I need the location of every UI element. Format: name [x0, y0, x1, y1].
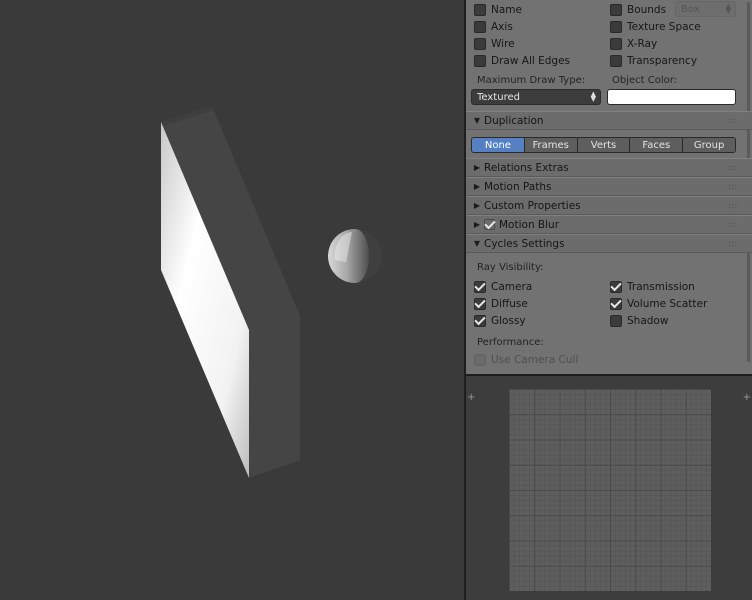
transmission-checkbox[interactable]: [610, 280, 622, 293]
name-checkbox-row[interactable]: Name: [474, 1, 522, 18]
dropdown-arrows-icon: ▲ ▼: [725, 2, 731, 15]
draw-all-edges-label: Draw All Edges: [491, 54, 571, 67]
duplication-panel-header[interactable]: ▼ Duplication: [466, 111, 752, 130]
transmission-checkbox-row[interactable]: Transmission: [610, 278, 695, 295]
drag-grip-icon[interactable]: [728, 184, 738, 190]
region-expand-left-icon[interactable]: +: [467, 392, 475, 403]
use-camera-cull-label: Use Camera Cull: [491, 353, 579, 366]
max-draw-type-dropdown[interactable]: Textured ▲ ▼: [471, 89, 601, 105]
shadow-checkbox-row[interactable]: Shadow: [610, 312, 668, 329]
motion-blur-panel-header[interactable]: ▶ Motion Blur: [466, 215, 752, 234]
glossy-checkbox-row[interactable]: Glossy: [474, 312, 526, 329]
collapsed-triangle-icon: ▶: [473, 182, 481, 191]
collapsed-triangle-icon: ▶: [473, 201, 481, 210]
camera-checkbox-row[interactable]: Camera: [474, 278, 532, 295]
axis-label: Axis: [491, 20, 513, 33]
uv-image-editor[interactable]: + +: [466, 374, 752, 600]
wire-checkbox-row[interactable]: Wire: [474, 35, 515, 52]
axis-checkbox[interactable]: [474, 20, 486, 33]
collapsed-triangle-icon: ▶: [473, 220, 481, 229]
dropdown-arrows-icon: ▲ ▼: [590, 90, 596, 103]
duplication-group-button[interactable]: Group: [682, 138, 735, 152]
drag-grip-icon[interactable]: [728, 222, 738, 228]
duplication-verts-button[interactable]: Verts: [576, 138, 630, 152]
max-draw-type-value: Textured: [477, 91, 520, 103]
performance-label: Performance:: [477, 337, 544, 348]
use-camera-cull-checkbox[interactable]: [474, 353, 486, 366]
volume-scatter-checkbox[interactable]: [610, 297, 622, 310]
camera-label: Camera: [491, 280, 533, 293]
shadow-checkbox[interactable]: [610, 314, 622, 327]
name-label: Name: [491, 3, 522, 16]
duplication-frames-button[interactable]: Frames: [523, 138, 577, 152]
wire-checkbox[interactable]: [474, 37, 486, 50]
texture-space-label: Texture Space: [627, 20, 701, 33]
bounds-checkbox-row[interactable]: Bounds: [610, 1, 666, 18]
drag-grip-icon[interactable]: [728, 241, 738, 247]
texture-space-checkbox[interactable]: [610, 20, 622, 33]
diffuse-checkbox-row[interactable]: Diffuse: [474, 295, 528, 312]
transparency-checkbox[interactable]: [610, 54, 622, 67]
bounds-label: Bounds: [627, 3, 667, 16]
bounds-type-value: Box: [681, 3, 700, 15]
diffuse-label: Diffuse: [491, 297, 528, 310]
custom-properties-title: Custom Properties: [484, 199, 581, 212]
cycles-settings-panel-header[interactable]: ▼ Cycles Settings: [466, 234, 752, 253]
expanded-triangle-icon: ▼: [473, 116, 481, 125]
max-draw-type-label: Maximum Draw Type:: [477, 75, 586, 86]
volume-scatter-checkbox-row[interactable]: Volume Scatter: [610, 295, 707, 312]
drag-grip-icon[interactable]: [728, 165, 738, 171]
relations-extras-title: Relations Extras: [484, 161, 569, 174]
use-camera-cull-checkbox-row[interactable]: Use Camera Cull: [474, 351, 578, 368]
diffuse-checkbox[interactable]: [474, 297, 486, 310]
bounds-type-dropdown[interactable]: Box ▲ ▼: [675, 1, 736, 17]
motion-paths-panel-header[interactable]: ▶ Motion Paths: [466, 177, 752, 196]
volume-scatter-label: Volume Scatter: [627, 297, 708, 310]
properties-panel: Name Axis Wire Draw All Edges Bounds Box…: [466, 0, 752, 374]
cycles-settings-title: Cycles Settings: [484, 237, 565, 250]
motion-blur-title: Motion Blur: [499, 218, 560, 231]
x-ray-checkbox-row[interactable]: X-Ray: [610, 35, 657, 52]
relations-extras-panel-header[interactable]: ▶ Relations Extras: [466, 158, 752, 177]
duplication-mode-selector[interactable]: None Frames Verts Faces Group: [471, 137, 736, 153]
draw-all-edges-checkbox[interactable]: [474, 54, 486, 67]
uv-grid[interactable]: [509, 389, 711, 591]
3d-viewport[interactable]: [0, 0, 464, 600]
transparency-checkbox-row[interactable]: Transparency: [610, 52, 697, 69]
custom-properties-panel-header[interactable]: ▶ Custom Properties: [466, 196, 752, 215]
ray-visibility-label: Ray Visibility:: [477, 262, 544, 273]
glossy-label: Glossy: [491, 314, 526, 327]
axis-checkbox-row[interactable]: Axis: [474, 18, 513, 35]
name-checkbox[interactable]: [474, 3, 486, 16]
texture-space-checkbox-row[interactable]: Texture Space: [610, 18, 701, 35]
motion-paths-title: Motion Paths: [484, 180, 552, 193]
region-expand-right-icon[interactable]: +: [743, 392, 751, 403]
duplication-none-button[interactable]: None: [472, 138, 524, 152]
duplication-faces-button[interactable]: Faces: [629, 138, 683, 152]
collapsed-triangle-icon: ▶: [473, 163, 481, 172]
viewport-scene: [161, 106, 382, 478]
drag-grip-icon[interactable]: [728, 118, 738, 124]
x-ray-checkbox[interactable]: [610, 37, 622, 50]
transmission-label: Transmission: [627, 280, 695, 293]
object-color-label: Object Color:: [612, 75, 678, 86]
x-ray-label: X-Ray: [627, 37, 658, 50]
object-color-swatch[interactable]: [607, 89, 736, 105]
transparency-label: Transparency: [627, 54, 698, 67]
shadow-label: Shadow: [627, 314, 669, 327]
motion-blur-enable-checkbox[interactable]: [484, 219, 495, 230]
glossy-checkbox[interactable]: [474, 314, 486, 327]
draw-all-edges-checkbox-row[interactable]: Draw All Edges: [474, 52, 570, 69]
bounds-checkbox[interactable]: [610, 3, 622, 16]
wire-label: Wire: [491, 37, 515, 50]
camera-checkbox[interactable]: [474, 280, 486, 293]
duplication-title: Duplication: [484, 114, 544, 127]
expanded-triangle-icon: ▼: [473, 239, 481, 248]
drag-grip-icon[interactable]: [728, 203, 738, 209]
